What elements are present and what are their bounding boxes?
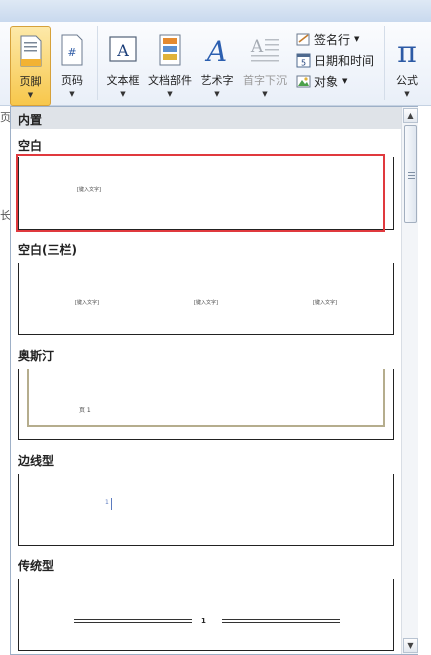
textbox-button-label: 文本框	[106, 74, 140, 87]
chevron-down-icon: ▼	[404, 90, 410, 98]
document-edge-text: 页	[0, 111, 10, 124]
footer-gallery: 内置 空白 [键入文字] 空白(三栏) [键入文字] [键入文字] [键入文字]…	[10, 106, 418, 655]
footer-option-blank-three-columns[interactable]: [键入文字] [键入文字] [键入文字]	[18, 263, 394, 335]
placeholder-text-right: [键入文字]	[313, 300, 337, 306]
section-title-austin: 奥斯汀	[18, 349, 55, 363]
ribbon-group-separator	[384, 26, 385, 100]
quick-parts-button[interactable]: 文档部件 ▼	[145, 26, 195, 106]
wordart-icon: A	[204, 35, 227, 66]
edge-page-number: 1	[105, 499, 109, 506]
scroll-down-icon[interactable]: ▼	[403, 638, 418, 653]
scrollbar-thumb[interactable]	[404, 125, 417, 223]
date-time-button[interactable]: 5 日期和时间	[296, 51, 374, 69]
section-title-blank-three-columns: 空白(三栏)	[18, 243, 77, 257]
signature-line-label: 签名行	[314, 32, 351, 47]
footer-option-edge-type[interactable]: 1	[18, 474, 394, 546]
chevron-down-icon: ▼	[354, 35, 360, 43]
austin-frame	[27, 369, 385, 427]
footer-icon	[20, 35, 41, 67]
pi-icon: π	[397, 35, 417, 66]
quick-parts-button-label: 文档部件	[148, 74, 192, 87]
equation-button[interactable]: π 公式 ▼	[388, 26, 426, 106]
chevron-down-icon: ▼	[214, 90, 220, 98]
svg-text:A: A	[250, 37, 264, 57]
chevron-down-icon: ▼	[69, 90, 75, 98]
title-bar	[0, 0, 431, 22]
drop-cap-icon: A	[250, 37, 279, 62]
ribbon-group-separator	[97, 26, 98, 100]
document-edge-text: 长	[0, 209, 10, 222]
section-title-traditional: 传统型	[18, 559, 55, 573]
ribbon: 页脚 ▼ # 页码 ▼ A 文本框 ▼ 文档部件 ▼ A 艺术字 ▼ A 首字下…	[0, 22, 431, 106]
footer-button[interactable]: 页脚 ▼	[10, 26, 51, 106]
page-number-button-label: 页码	[61, 74, 83, 87]
date-time-label: 日期和时间	[314, 53, 375, 68]
wordart-button-label: 艺术字	[200, 74, 234, 87]
object-label: 对象	[314, 74, 339, 89]
traditional-page-number: 1	[201, 617, 206, 625]
edge-accent-line	[111, 498, 112, 510]
placeholder-text-center: [键入文字]	[194, 300, 218, 306]
traditional-rule-left	[74, 619, 192, 623]
selection-highlight	[16, 154, 385, 232]
chevron-down-icon: ▼	[27, 91, 34, 99]
quick-parts-icon	[159, 34, 181, 66]
drop-cap-button-label: 首字下沉	[243, 74, 287, 87]
object-button[interactable]: 对象 ▼	[296, 72, 347, 90]
page-number-button[interactable]: # 页码 ▼	[53, 26, 91, 106]
chevron-down-icon: ▼	[167, 90, 173, 98]
grip-line	[408, 175, 415, 176]
grip-line	[408, 178, 415, 179]
section-title-blank: 空白	[18, 139, 43, 153]
austin-page-label: 页 1	[79, 407, 91, 414]
placeholder-text-left: [键入文字]	[75, 300, 99, 306]
scroll-up-icon[interactable]: ▲	[403, 108, 418, 123]
equation-button-label: 公式	[396, 74, 418, 87]
svg-text:A: A	[116, 41, 129, 60]
footer-option-traditional[interactable]: 1	[18, 579, 394, 651]
drop-cap-button[interactable]: A 首字下沉 ▼	[239, 26, 291, 106]
chevron-down-icon: ▼	[262, 90, 268, 98]
footer-button-label: 页脚	[19, 75, 42, 88]
grip-line	[408, 172, 415, 173]
object-icon	[296, 75, 311, 87]
traditional-rule-right	[222, 619, 340, 623]
textbox-button[interactable]: A 文本框 ▼	[102, 26, 144, 106]
page-number-icon: #	[61, 34, 83, 66]
chevron-down-icon: ▼	[342, 77, 348, 85]
footer-option-austin[interactable]: 页 1	[18, 369, 394, 440]
calendar-icon: 5	[296, 53, 311, 67]
wordart-button[interactable]: A 艺术字 ▼	[196, 26, 238, 106]
svg-text:π: π	[397, 35, 417, 66]
svg-text:5: 5	[301, 58, 306, 67]
gallery-category-header: 内置	[11, 107, 401, 129]
section-title-edge-type: 边线型	[18, 454, 55, 468]
signature-line-icon	[296, 33, 310, 45]
svg-text:#: #	[67, 46, 76, 59]
signature-line-button[interactable]: 签名行 ▼	[296, 30, 359, 48]
svg-text:A: A	[204, 35, 227, 66]
textbox-icon: A	[109, 36, 137, 62]
chevron-down-icon: ▼	[120, 90, 126, 98]
gallery-scrollbar[interactable]: ▲ ▼	[401, 107, 418, 654]
